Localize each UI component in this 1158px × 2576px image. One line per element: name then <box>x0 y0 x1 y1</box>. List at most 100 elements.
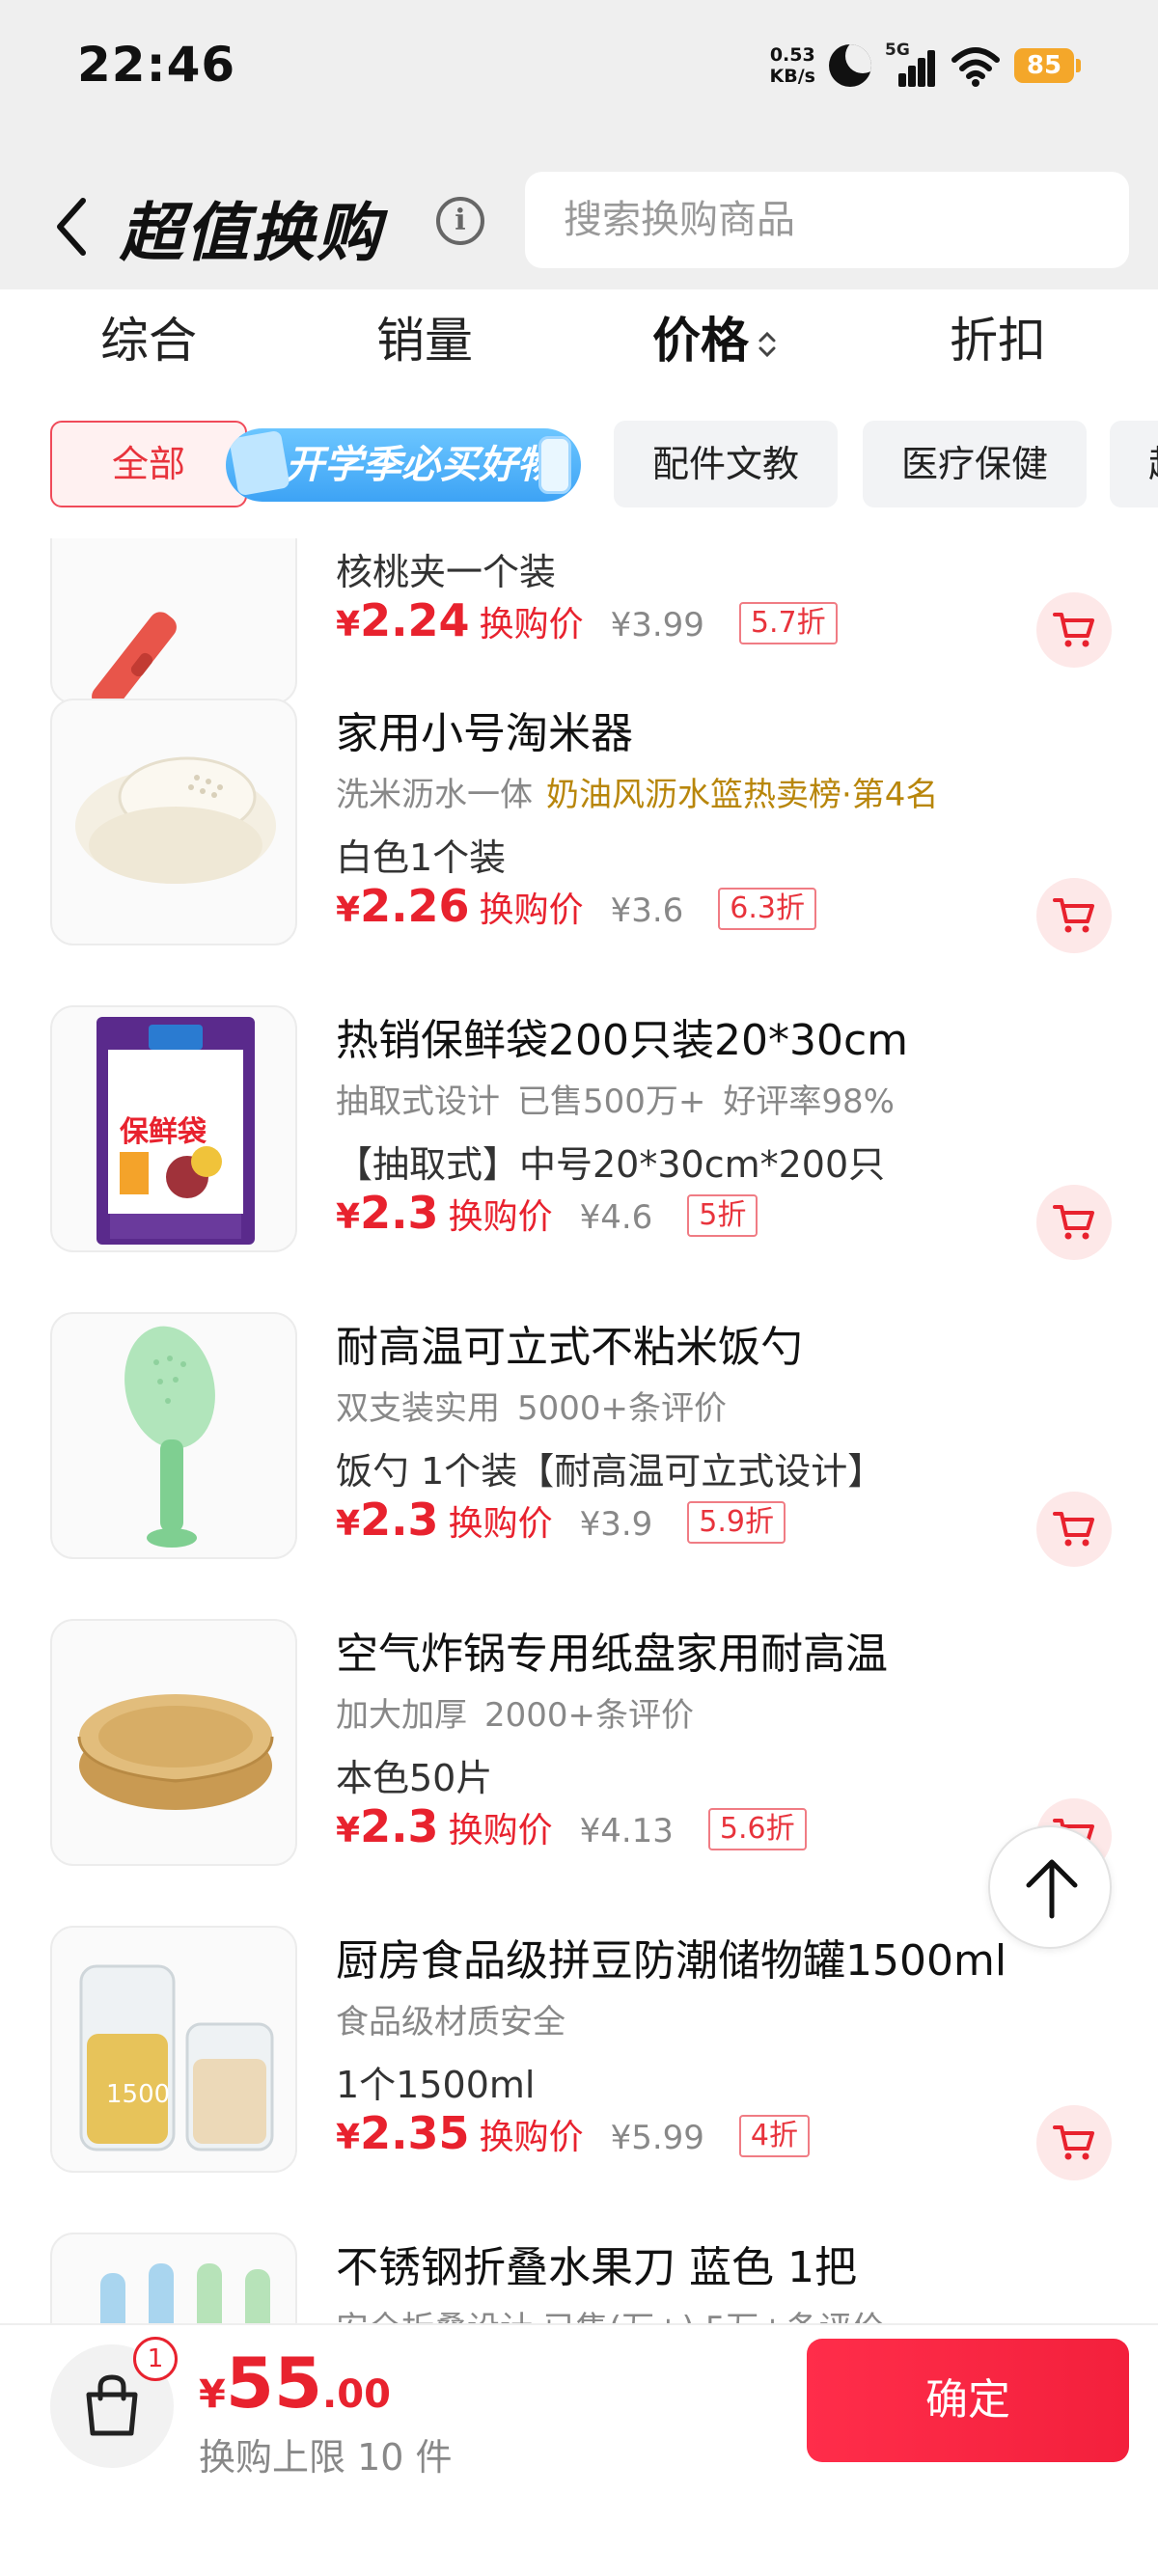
product-spec: 饭勺 1个装【耐高温可立式设计】 <box>336 1450 885 1493</box>
status-bar: 22:46 0.53 KB/s 5G 85 <box>0 0 1158 135</box>
ranking-badge[interactable]: 奶油风沥水篮热卖榜·第4名 <box>546 776 938 814</box>
category-medical-health[interactable]: 医疗保健 <box>863 421 1087 507</box>
add-to-cart-button[interactable] <box>1036 2105 1112 2180</box>
product-image-walnut-cracker[interactable] <box>50 538 297 704</box>
original-price: ¥4.6 <box>579 1198 653 1237</box>
cart-icon <box>1053 1512 1094 1547</box>
price-row: ¥ 2.3 换购价 ¥4.13 5.6折 <box>336 1800 807 1858</box>
exchange-price: 2.3 <box>360 1187 439 1239</box>
price-row: ¥ 2.3 换购价 ¥4.6 5折 <box>336 1187 758 1245</box>
original-price: ¥5.99 <box>610 2119 704 2157</box>
list-item[interactable]: 1500 厨房食品级拼豆防潮储物罐1500ml 食品级材质安全 1个1500ml… <box>0 1926 1158 2234</box>
price-symbol: ¥ <box>336 1504 361 1544</box>
status-time: 22:46 <box>77 37 236 93</box>
add-to-cart-button[interactable] <box>1036 1185 1112 1260</box>
tab-discount[interactable]: 折扣 <box>950 307 1046 374</box>
product-selling-point: 抽取式设计 <box>336 1082 500 1121</box>
product-spec: 白色1个装 <box>336 836 507 879</box>
positive-rate: 好评率98% <box>723 1082 895 1121</box>
review-count: 5000+条评价 <box>517 1389 728 1428</box>
review-count: 2000+条评价 <box>484 1696 695 1735</box>
search-input[interactable]: 搜索换购商品 <box>525 172 1129 268</box>
exchange-price: 2.24 <box>360 594 470 646</box>
category-chips: 全部 开学季必买好物 配件文教 医疗保健 超 <box>0 394 1158 538</box>
product-subtitle: 抽取式设计 已售500万+ 好评率98% <box>336 1075 895 1122</box>
product-image-cling-bags[interactable]: 保鲜袋 <box>50 1005 297 1252</box>
list-item[interactable]: 核桃夹一个装 ¥ 2.24 换购价 ¥3.99 5.7折 <box>0 538 1158 722</box>
category-more[interactable]: 超 <box>1110 421 1158 507</box>
net-speed: 0.53 KB/s <box>770 44 815 87</box>
price-symbol: ¥ <box>336 605 361 644</box>
discount-badge: 6.3折 <box>718 888 816 930</box>
category-back-to-school[interactable]: 开学季必买好物 <box>226 428 581 502</box>
page-title: 超值换购 <box>120 196 382 270</box>
total-price-symbol: ¥ <box>199 2372 226 2417</box>
product-selling-point: 食品级材质安全 <box>336 2003 565 2042</box>
sort-tabs: 综合 销量 价格 折扣 <box>0 289 1158 394</box>
price-symbol: ¥ <box>336 1811 361 1850</box>
list-item[interactable]: 家用小号淘米器 洗米沥水一体 奶油风沥水篮热卖榜·第4名 白色1个装 ¥ 2.26… <box>0 699 1158 1007</box>
product-image-storage-jar[interactable]: 1500 <box>50 1926 297 2173</box>
list-item[interactable]: 空气炸锅专用纸盘家用耐高温 加大加厚 2000+条评价 本色50片 ¥ 2.3 换… <box>0 1619 1158 1928</box>
arrow-up-icon <box>1026 1859 1078 1919</box>
confirm-button[interactable]: 确定 <box>807 2339 1129 2462</box>
discount-badge: 5折 <box>687 1194 758 1237</box>
product-list: 核桃夹一个装 ¥ 2.24 换购价 ¥3.99 5.7折 家用小号淘米器 洗米沥… <box>0 538 1158 2323</box>
exchange-price: 2.26 <box>360 880 470 932</box>
category-all[interactable]: 全部 <box>50 421 247 507</box>
product-spec: 1个1500ml <box>336 2064 536 2106</box>
exchange-price-label: 换购价 <box>479 2118 584 2157</box>
info-icon[interactable]: i <box>436 197 484 245</box>
original-price: ¥3.99 <box>610 606 704 644</box>
product-selling-point: 加大加厚 <box>336 1696 467 1735</box>
add-to-cart-button[interactable] <box>1036 592 1112 668</box>
original-price: ¥4.13 <box>579 1812 674 1850</box>
total-price-integer: 55 <box>225 2343 323 2424</box>
category-accessories-stationery[interactable]: 配件文教 <box>614 421 838 507</box>
product-title: 不锈钢折叠水果刀 蓝色 1把 <box>336 2243 857 2292</box>
original-price: ¥3.9 <box>579 1505 653 1544</box>
battery-icon: 85 <box>1014 48 1081 83</box>
tab-comprehensive[interactable]: 综合 <box>100 307 197 374</box>
product-subtitle: 食品级材质安全 <box>336 1995 565 2042</box>
selected-count-badge: 1 <box>133 2337 178 2381</box>
net-speed-unit: KB/s <box>769 66 815 87</box>
product-selling-point: 洗米沥水一体 <box>336 776 533 814</box>
backpack-icon <box>229 429 290 497</box>
product-image-rice-spoon[interactable] <box>50 1312 297 1559</box>
add-to-cart-button[interactable] <box>1036 878 1112 953</box>
product-spec: 本色50片 <box>336 1757 493 1799</box>
exchange-price: 2.3 <box>360 1800 439 1852</box>
tab-sales[interactable]: 销量 <box>376 307 473 374</box>
network-type-label: 5G <box>885 41 910 60</box>
list-item[interactable]: 保鲜袋 热销保鲜袋200只装20*30cm 抽取式设计 已售500万+ 好评率98%… <box>0 1005 1158 1314</box>
product-title: 厨房食品级拼豆防潮储物罐1500ml <box>336 1936 1007 1986</box>
price-row: ¥ 2.24 换购价 ¥3.99 5.7折 <box>336 594 838 652</box>
sold-count: 已售500万+ <box>517 1082 706 1121</box>
package-label: 保鲜袋 <box>120 1115 207 1149</box>
discount-badge: 5.9折 <box>687 1501 786 1544</box>
total-price-decimal: .00 <box>322 2372 391 2417</box>
status-indicators: 0.53 KB/s 5G 85 <box>770 37 1081 95</box>
product-image-rice-washer[interactable] <box>50 699 297 945</box>
page-header: 超值换购 i 搜索换购商品 <box>0 135 1158 289</box>
cart-icon <box>1053 898 1094 933</box>
exchange-price-label: 换购价 <box>448 1197 553 1237</box>
product-image-fruit-knife[interactable] <box>50 2233 297 2323</box>
product-subtitle: 双支装实用 5000+条评价 <box>336 1382 727 1429</box>
tab-price[interactable]: 价格 <box>652 307 778 374</box>
product-spec: 核桃夹一个装 <box>336 551 557 593</box>
back-arrow-icon[interactable] <box>50 191 93 262</box>
product-title: 空气炸锅专用纸盘家用耐高温 <box>336 1630 888 1679</box>
jar-label: 1500 <box>106 2080 171 2109</box>
product-title: 热销保鲜袋200只装20*30cm <box>336 1016 909 1065</box>
bottom-checkout-bar: 1 ¥ 55 .00 换购上限 10 件 确定 <box>0 2323 1158 2576</box>
back-to-top-button[interactable] <box>988 1825 1112 1949</box>
category-back-to-school-label: 开学季必买好物 <box>286 443 556 487</box>
list-item[interactable]: 耐高温可立式不粘米饭勺 双支装实用 5000+条评价 饭勺 1个装【耐高温可立式设… <box>0 1312 1158 1621</box>
list-item[interactable]: 不锈钢折叠水果刀 蓝色 1把 安全折叠设计 已售(万+) 5万+条评价 <box>0 2233 1158 2323</box>
exchange-price-label: 换购价 <box>479 605 584 644</box>
add-to-cart-button[interactable] <box>1036 1492 1112 1567</box>
sort-arrows-icon <box>758 331 776 357</box>
product-image-paper-tray[interactable] <box>50 1619 297 1866</box>
